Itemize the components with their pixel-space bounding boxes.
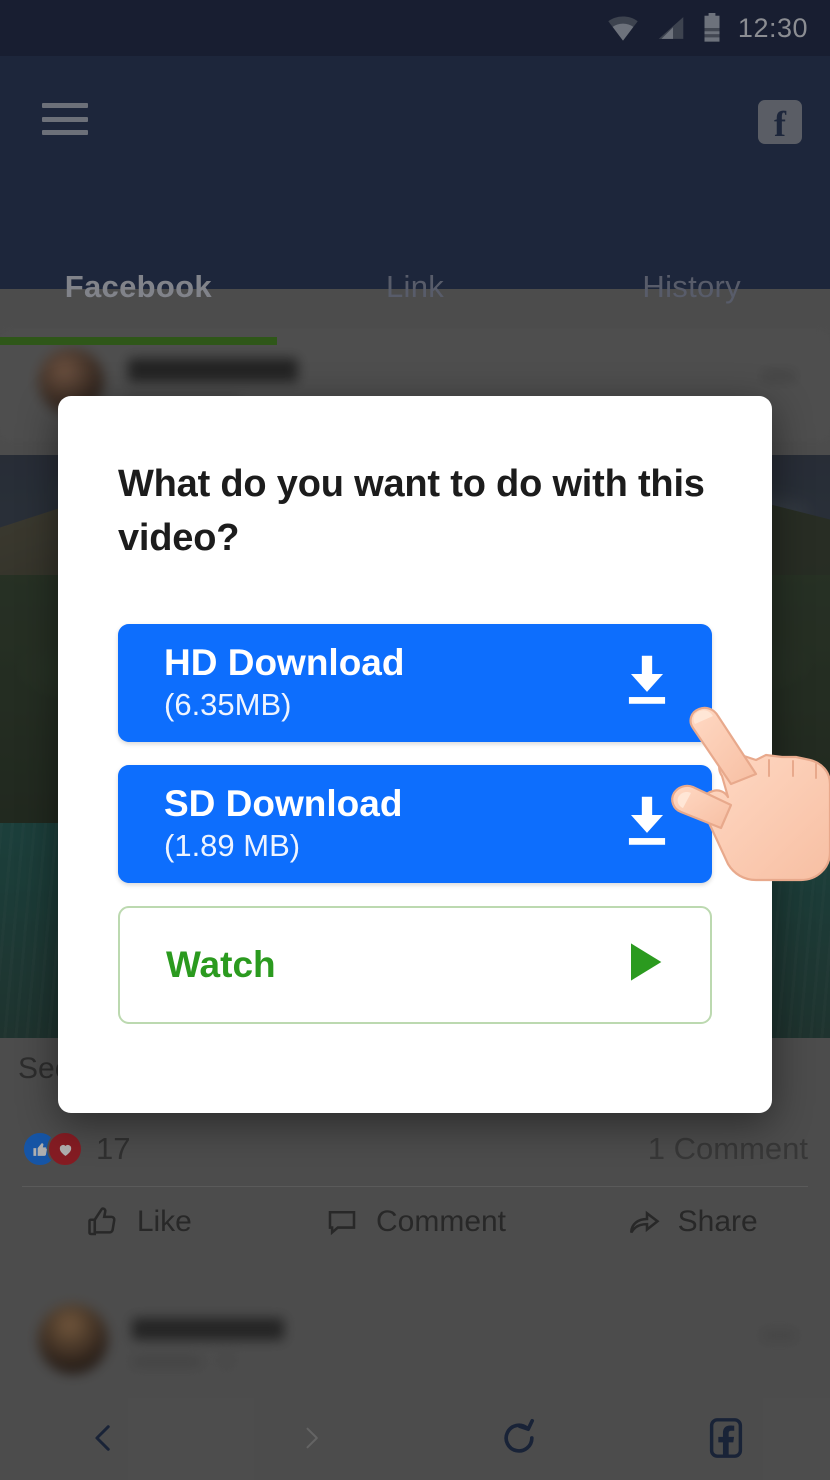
phone-screen: See 17 1 Comment Like Comment Share 12:3… [0,0,830,1480]
hd-download-label: HD Download [164,642,405,684]
hd-download-text: HD Download (6.35MB) [164,642,404,723]
play-icon [618,936,670,993]
pointing-hand-icon [655,668,830,898]
sd-download-label: SD Download [164,783,403,825]
hd-download-size: (6.35MB) [164,686,292,722]
hd-download-button[interactable]: HD Download (6.35MB) [118,623,712,742]
dialog-options-list: HD Download (6.35MB) SD Download (1.89 M… [118,623,712,1024]
sd-download-size: (1.89 MB) [164,827,301,863]
watch-button[interactable]: Watch [118,905,712,1024]
dialog-title: What do you want to do with this video? [118,463,705,559]
sd-download-text: SD Download (1.89 MB) [164,783,402,864]
watch-label: Watch [166,943,276,985]
sd-download-button[interactable]: SD Download (1.89 MB) [118,764,712,883]
